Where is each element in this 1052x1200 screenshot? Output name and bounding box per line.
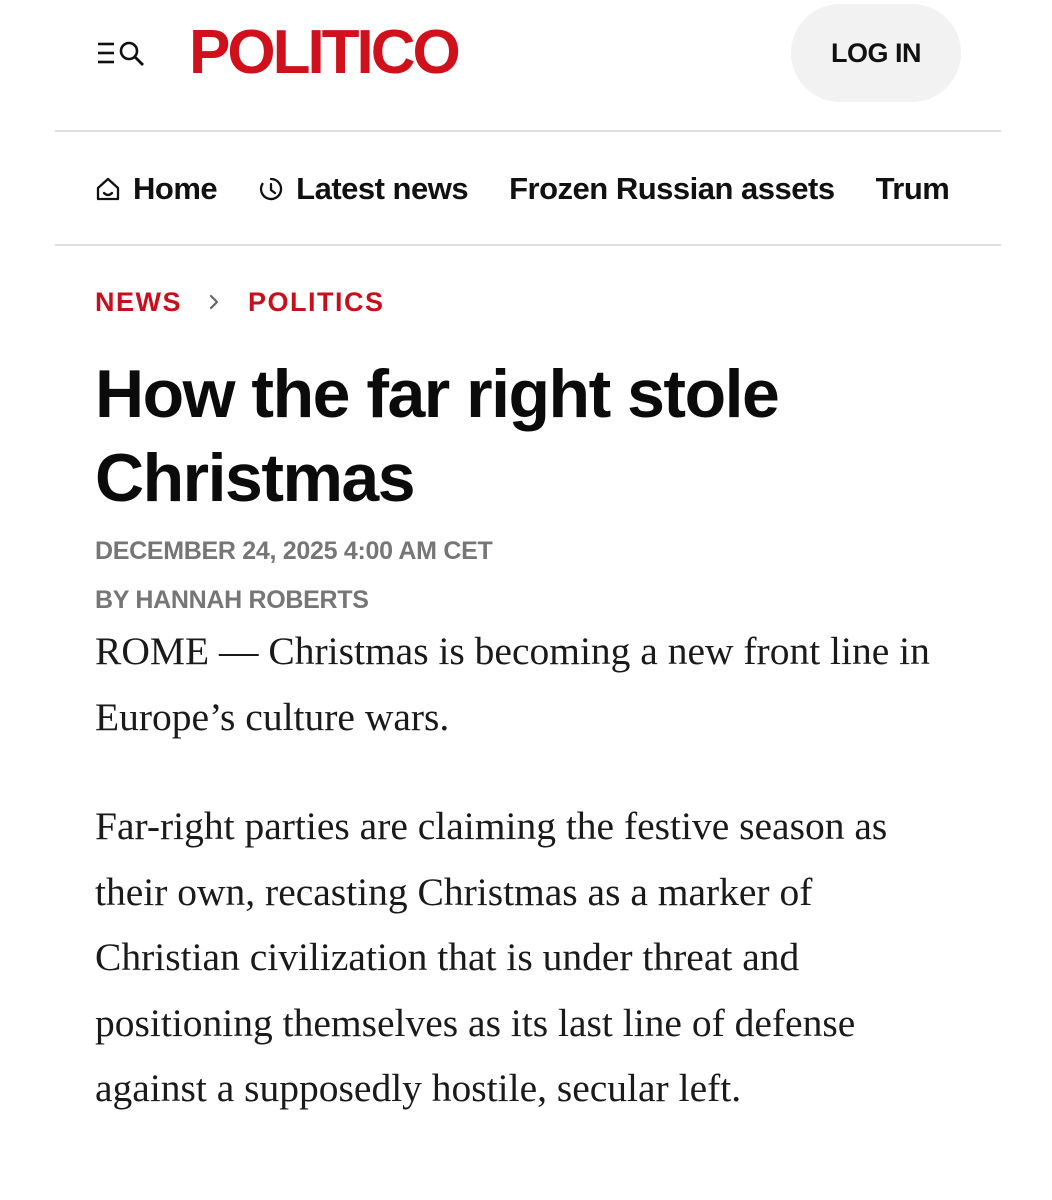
menu-search-button[interactable]	[96, 36, 148, 72]
topic-nav: Home Latest news Frozen Russian assets T…	[55, 133, 1001, 244]
login-button[interactable]: LOG IN	[791, 4, 961, 102]
article-paragraph: Far-right parties are claiming the festi…	[95, 804, 888, 1110]
home-icon	[95, 176, 121, 202]
nav-item-label: Frozen Russian assets	[509, 170, 835, 206]
breadcrumb-news[interactable]: NEWS	[95, 287, 182, 318]
site-header: POLITICO LOG IN	[0, 0, 1052, 130]
nav-item-label: Trum	[875, 170, 950, 206]
article-dateline: DECEMBER 24, 2025 4:00 AM CET	[95, 537, 493, 565]
nav-item-latest-news[interactable]: Latest news	[258, 170, 469, 207]
nav-item-home[interactable]: Home	[95, 170, 218, 207]
nav-item-frozen-russian-assets[interactable]: Frozen Russian assets	[509, 170, 835, 207]
politico-logo[interactable]: POLITICO	[189, 20, 461, 86]
breadcrumb-politics[interactable]: POLITICS	[248, 287, 385, 318]
article-paragraph: ROME — Christmas is becoming a new front…	[95, 629, 930, 739]
header-divider	[55, 130, 1001, 132]
breadcrumb: NEWS POLITICS	[95, 285, 385, 319]
nav-divider	[55, 244, 1001, 246]
clock-icon	[258, 176, 284, 202]
nav-item-label: Home	[133, 170, 218, 206]
nav-scroll-fade	[971, 133, 1001, 244]
nav-item-trump[interactable]: Trum	[876, 171, 950, 207]
nav-item-label: Latest news	[296, 170, 469, 206]
menu-search-icon	[98, 41, 144, 66]
chevron-right-icon	[208, 293, 220, 311]
article-headline: How the far right stole Christmas	[95, 356, 780, 516]
article-byline: BY HANNAH ROBERTS	[95, 586, 369, 614]
